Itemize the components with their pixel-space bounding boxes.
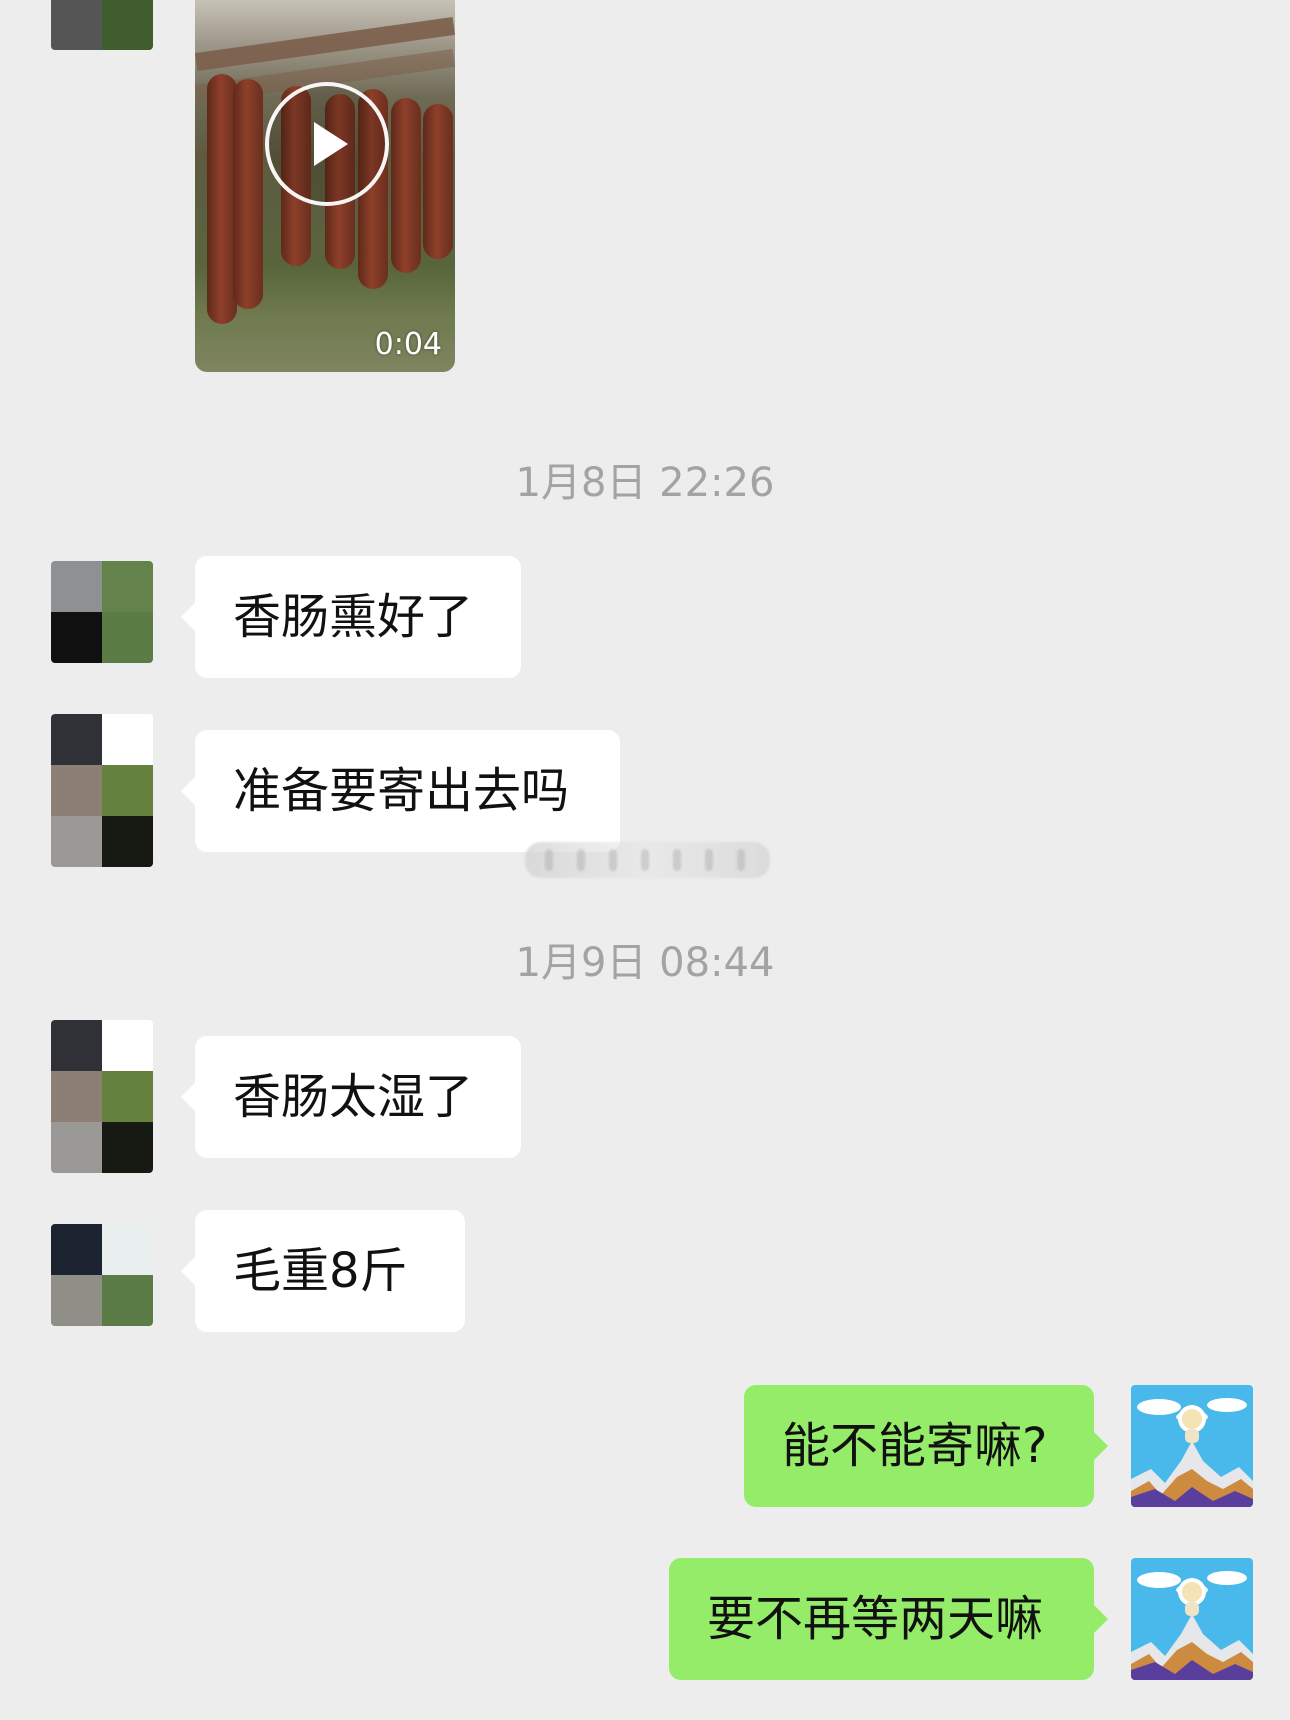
avatar-pixel: [102, 0, 153, 50]
avatar-pixel: [102, 1122, 153, 1173]
avatar-pixel: [102, 816, 153, 867]
avatar-pixel: [51, 816, 102, 867]
self-avatar[interactable]: [1131, 1385, 1253, 1507]
video-frame-sausage: [391, 98, 421, 273]
avatar-pixel: [102, 1020, 153, 1071]
message-bubble[interactable]: 能不能寄嘛?: [744, 1385, 1108, 1507]
message-text: 香肠熏好了: [233, 589, 474, 645]
message-text: 准备要寄出去吗: [233, 763, 570, 819]
avatar-pixel: [51, 1275, 102, 1326]
message-bubble[interactable]: 毛重8斤: [181, 1210, 465, 1332]
avatar-pixel: [102, 765, 153, 816]
contact-avatar[interactable]: [51, 714, 153, 867]
redacted-area-mark: [641, 849, 649, 871]
message-text: 能不能寄嘛?: [782, 1418, 1048, 1474]
avatar-pixel: [102, 561, 153, 612]
video-frame-sausage: [233, 79, 263, 309]
avatar-pixel: [102, 1071, 153, 1122]
avatar-pixel: [102, 612, 153, 663]
redacted-area-mark: [609, 849, 617, 871]
message-bubble[interactable]: 香肠熏好了: [181, 556, 521, 678]
message-bubble[interactable]: 准备要寄出去吗: [181, 730, 620, 852]
avatar-pixel: [102, 714, 153, 765]
message-text: 毛重8斤: [233, 1243, 408, 1299]
mountain-avatar-icon: [1131, 1558, 1253, 1680]
video-message[interactable]: 0:04: [195, 0, 455, 372]
redacted-area-mark: [673, 849, 681, 871]
mountain-avatar-icon: [1131, 1385, 1253, 1507]
redacted-area-mark: [705, 849, 713, 871]
self-avatar[interactable]: [1131, 1558, 1253, 1680]
redacted-area-mark: [545, 849, 553, 871]
timestamp: 1月8日 22:26: [515, 460, 775, 506]
avatar-pixel: [51, 612, 102, 663]
avatar-pixel: [51, 561, 102, 612]
redacted-area-mark: [577, 849, 585, 871]
message-text: 要不再等两天嘛: [707, 1591, 1044, 1647]
message-bubble[interactable]: 要不再等两天嘛: [669, 1558, 1108, 1680]
contact-avatar[interactable]: [51, 1020, 153, 1173]
redacted-area-mark: [737, 849, 745, 871]
redacted-area: [525, 842, 770, 878]
avatar-pixel: [51, 0, 102, 50]
contact-avatar[interactable]: [51, 1224, 153, 1326]
message-bubble[interactable]: 香肠太湿了: [181, 1036, 521, 1158]
timestamp: 1月9日 08:44: [515, 940, 775, 986]
message-text: 香肠太湿了: [233, 1069, 474, 1125]
avatar-pixel: [102, 1224, 153, 1275]
video-frame-sausage: [423, 104, 453, 259]
avatar-pixel: [51, 765, 102, 816]
avatar-pixel: [51, 1020, 102, 1071]
video-sender-avatar[interactable]: [51, 0, 153, 50]
avatar-pixel: [51, 1122, 102, 1173]
avatar-pixel: [51, 1224, 102, 1275]
play-icon: [314, 122, 348, 166]
avatar-pixel: [102, 1275, 153, 1326]
avatar-pixel: [51, 1071, 102, 1122]
contact-avatar[interactable]: [51, 561, 153, 663]
avatar-pixel: [51, 714, 102, 765]
video-duration: 0:04: [374, 327, 442, 362]
play-button[interactable]: [265, 82, 389, 206]
